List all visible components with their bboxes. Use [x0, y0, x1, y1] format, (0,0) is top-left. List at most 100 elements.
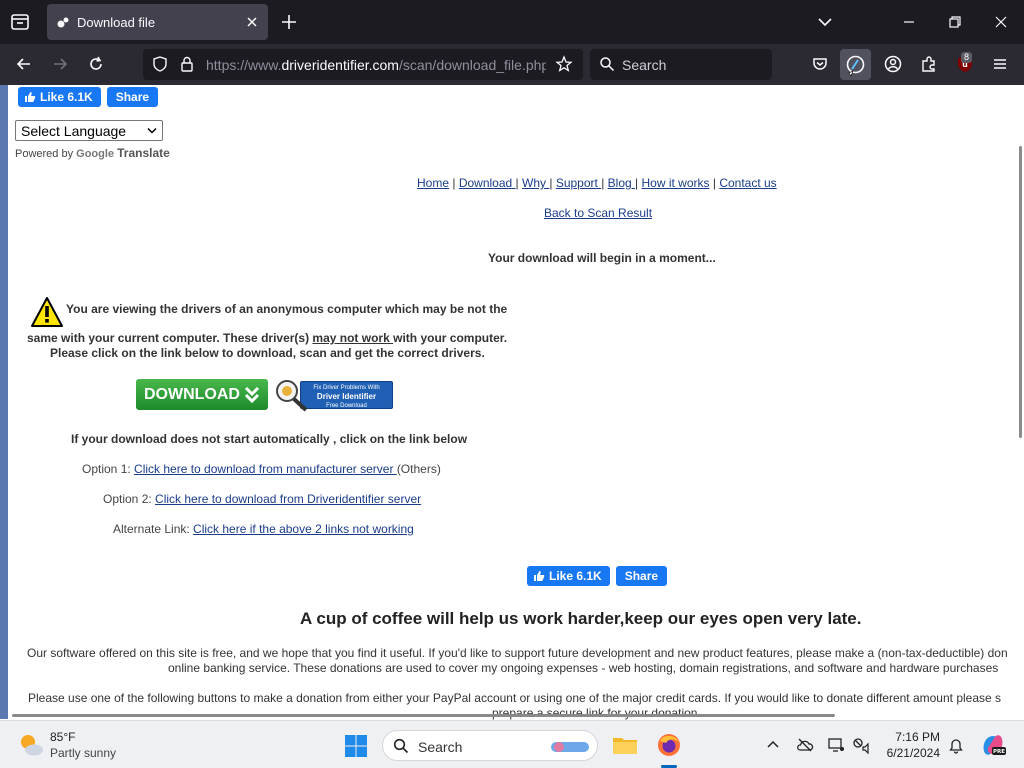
- facebook-buttons-top: Like 6.1K Share: [18, 87, 159, 107]
- restore-icon[interactable]: [945, 12, 965, 32]
- facebook-share-button[interactable]: Share: [106, 87, 159, 107]
- network-sound-icon[interactable]: [852, 736, 870, 755]
- warning-text-line1: You are viewing the drivers of an anonym…: [66, 302, 508, 316]
- facebook-like-button[interactable]: Like 6.1K: [527, 566, 610, 586]
- driver-identifier-badge[interactable]: Fix Driver Problems With Driver Identifi…: [272, 378, 393, 412]
- extension-button-active[interactable]: [840, 49, 871, 80]
- page-left-border: [0, 85, 8, 719]
- vertical-scrollbar[interactable]: [1019, 146, 1022, 438]
- facebook-buttons-middle: Like 6.1K Share: [527, 566, 668, 586]
- new-tab-icon[interactable]: [280, 13, 298, 31]
- donation-paragraph-2-line-1: Please use one of the following buttons …: [28, 691, 1002, 705]
- nav-link-contact[interactable]: Contact us: [719, 176, 776, 190]
- manufacturer-download-link[interactable]: Click here to download from manufacturer…: [134, 462, 397, 476]
- extensions-puzzle-icon[interactable]: [919, 54, 939, 74]
- chevron-up-icon[interactable]: [764, 736, 782, 754]
- navigation-toolbar: https://www.driveridentifier.com/scan/do…: [0, 44, 1024, 85]
- nav-link-how-it-works[interactable]: How it works: [641, 176, 709, 190]
- double-chevron-down-icon: [244, 386, 260, 404]
- nav-link-support[interactable]: Support: [556, 176, 601, 190]
- search-bar[interactable]: Search: [590, 49, 772, 80]
- thumbs-up-icon: [25, 92, 36, 102]
- thumbs-up-icon: [534, 571, 545, 581]
- language-select-value: Select Language: [21, 123, 127, 139]
- language-select[interactable]: Select Language: [15, 120, 163, 141]
- nav-link-why[interactable]: Why: [522, 176, 549, 190]
- clock-date: 6/21/2024: [886, 746, 940, 760]
- taskbar-search-box[interactable]: Search: [382, 730, 598, 761]
- back-arrow-icon[interactable]: [14, 54, 34, 74]
- powered-by-label: Powered by: [15, 148, 74, 160]
- reload-icon[interactable]: [86, 54, 106, 74]
- back-to-scan-result-link[interactable]: Back to Scan Result: [544, 206, 652, 220]
- tab-download-file[interactable]: Download file: [47, 4, 268, 40]
- tab-title: Download file: [77, 15, 156, 30]
- google-translate-attribution: Powered by Google Translate: [15, 146, 170, 160]
- weather-partly-sunny-icon[interactable]: [17, 731, 45, 759]
- weather-temperature[interactable]: 85°F: [50, 730, 75, 744]
- magnifier-icon: [276, 380, 308, 412]
- nav-separator: |: [601, 176, 605, 190]
- svg-text:PRE: PRE: [993, 749, 1005, 755]
- url-text[interactable]: https://www.driveridentifier.com/scan/do…: [206, 57, 546, 73]
- speedometer-icon: [846, 55, 865, 77]
- badge-footer: Free Download: [326, 403, 367, 409]
- facebook-share-button[interactable]: Share: [615, 566, 668, 586]
- like-count-label: Like 6.1K: [40, 90, 93, 104]
- horizontal-scrollbar[interactable]: [12, 714, 835, 717]
- file-explorer-icon[interactable]: [611, 731, 639, 759]
- firefox-icon[interactable]: [655, 731, 683, 759]
- extension-count-badge: 8: [961, 52, 973, 63]
- close-window-icon[interactable]: [991, 12, 1011, 32]
- option-label: Option 2:: [103, 492, 156, 506]
- onedrive-offline-icon[interactable]: [796, 736, 814, 754]
- download-button-label: DOWNLOAD: [144, 386, 240, 403]
- display-icon[interactable]: [827, 736, 845, 754]
- close-tab-icon[interactable]: [244, 14, 260, 30]
- search-placeholder: Search: [622, 57, 667, 73]
- menu-hamburger-icon[interactable]: [990, 54, 1010, 74]
- lock-icon[interactable]: [178, 55, 196, 73]
- nav-separator: |: [452, 176, 456, 190]
- tracking-shield-icon[interactable]: [151, 55, 169, 73]
- pocket-icon[interactable]: [810, 54, 830, 74]
- weather-condition[interactable]: Partly sunny: [50, 746, 116, 760]
- firefox-view-icon[interactable]: [8, 10, 32, 34]
- chevron-down-icon: [147, 127, 157, 134]
- alternate-link-row: Alternate Link: Click here if the above …: [113, 522, 414, 536]
- may-not-work-text: may not work: [312, 331, 394, 345]
- forward-arrow-icon[interactable]: [50, 54, 70, 74]
- notification-bell-icon[interactable]: [947, 736, 965, 754]
- download-begin-message: Your download will begin in a moment...: [488, 251, 716, 265]
- donation-heading: A cup of coffee will help us work harder…: [300, 609, 862, 628]
- nav-link-blog[interactable]: Blog: [608, 176, 635, 190]
- nav-separator: |: [515, 176, 519, 190]
- warning-text-part: with your computer.: [393, 331, 508, 345]
- warning-icon: [30, 296, 64, 328]
- option-label: Option 1:: [82, 462, 135, 476]
- translate-label[interactable]: Translate: [117, 146, 170, 160]
- url-bar[interactable]: https://www.driveridentifier.com/scan/do…: [143, 49, 583, 80]
- minimize-icon[interactable]: [899, 12, 919, 32]
- option-suffix: (Others): [396, 462, 441, 476]
- search-highlight-icon: [551, 742, 589, 752]
- account-icon[interactable]: [883, 54, 903, 74]
- site-navigation: Home | Download | Why | Support | Blog |…: [417, 176, 777, 190]
- nav-link-home[interactable]: Home: [417, 176, 449, 190]
- nav-separator: |: [635, 176, 639, 190]
- alternate-download-link[interactable]: Click here if the above 2 links not work…: [193, 522, 414, 536]
- chevron-down-icon[interactable]: [816, 14, 834, 30]
- warning-text-line2: same with your current computer. These d…: [27, 331, 507, 345]
- system-clock[interactable]: 7:16 PM 6/21/2024: [880, 729, 940, 761]
- nav-link-download[interactable]: Download: [459, 176, 516, 190]
- download-button[interactable]: DOWNLOAD: [136, 379, 268, 410]
- google-logo[interactable]: Google: [76, 148, 114, 160]
- facebook-like-button[interactable]: Like 6.1K: [18, 87, 101, 107]
- bookmark-star-icon[interactable]: [555, 55, 573, 73]
- driveridentifier-download-link[interactable]: Click here to download from Driveridenti…: [155, 492, 421, 506]
- option-label: Alternate Link:: [113, 522, 194, 536]
- copilot-icon[interactable]: PRE: [979, 731, 1007, 759]
- badge-tagline: Fix Driver Problems With: [313, 385, 380, 391]
- windows-start-icon[interactable]: [344, 734, 368, 758]
- search-icon: [393, 738, 409, 754]
